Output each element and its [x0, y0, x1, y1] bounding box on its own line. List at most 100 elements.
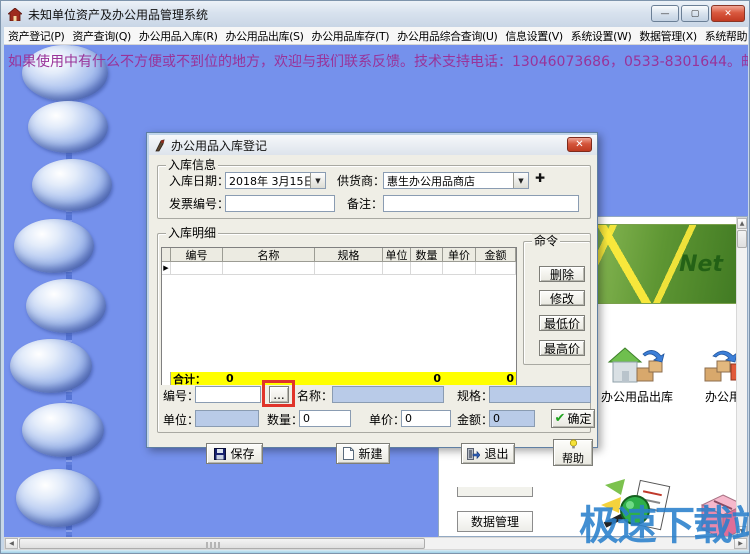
- sphere-decoration: [22, 403, 104, 457]
- row-marker-icon: ▶: [162, 262, 171, 275]
- supplier-combo[interactable]: 惠生办公用品商店 ▼: [383, 172, 529, 189]
- menu-item-supplies-outbound[interactable]: 办公用品出库(S): [222, 28, 308, 44]
- unit-field: [195, 410, 259, 427]
- unit-label: 单位：: [163, 413, 200, 427]
- col-header-code: 编号: [171, 248, 223, 262]
- close-icon: ✕: [724, 8, 732, 19]
- table-row[interactable]: ▶: [162, 262, 516, 275]
- cell-qty: [411, 262, 443, 275]
- vertical-scroll-thumb[interactable]: [737, 230, 747, 248]
- menu-item-supplies-inbound[interactable]: 办公用品入库(R): [135, 28, 222, 44]
- dialog-close-icon: ✕: [575, 139, 584, 150]
- horizontal-scroll-thumb[interactable]: [19, 538, 425, 549]
- chevron-down-icon[interactable]: ▼: [513, 173, 528, 188]
- save-button-label: 保存: [230, 447, 255, 461]
- exit-button[interactable]: 退出: [461, 443, 515, 464]
- dialog-icon: [155, 138, 165, 151]
- sphere-decoration: [10, 339, 92, 393]
- inbound-info-group-label: 入库信息: [166, 158, 219, 172]
- help-button-label: 帮助: [562, 452, 584, 465]
- maximize-button[interactable]: ▢: [681, 5, 709, 22]
- dialog-close-button[interactable]: ✕: [567, 137, 592, 152]
- panel-vertical-scrollbar[interactable]: ▲ ▼: [736, 217, 747, 536]
- inbound-registration-dialog: 办公用品入库登记 ✕ 入库信息 入库日期： 2018年 3月15日 ▼ 供货商：…: [146, 132, 598, 466]
- detail-table[interactable]: 编号 名称 规格 单位 数量 单价 金额 ▶ 合计： 0 0 0: [161, 247, 517, 386]
- menu-item-supplies-stock[interactable]: 办公用品库存(T): [307, 28, 393, 44]
- application-window: 未知单位资产及办公用品管理系统 — ▢ ✕ 资产登记(P) 资产查询(Q) 办公…: [0, 0, 750, 554]
- table-header-row: 编号 名称 规格 单位 数量 单价 金额: [162, 248, 516, 262]
- menu-item-supplies-query[interactable]: 办公用品综合查询(U): [393, 28, 501, 44]
- maximize-icon: ▢: [690, 8, 700, 19]
- date-label: 入库日期：: [169, 174, 230, 188]
- scroll-up-button[interactable]: ▲: [737, 218, 747, 229]
- note-label: 备注：: [347, 197, 384, 211]
- total-spacer: [443, 372, 476, 385]
- inbound-date-combo[interactable]: 2018年 3月15日 ▼: [225, 172, 326, 189]
- col-header-unit: 单位: [383, 248, 411, 262]
- confirm-button-label: 确定: [567, 412, 592, 426]
- modify-button[interactable]: 修改: [539, 290, 585, 306]
- amount-label: 金额：: [457, 413, 494, 427]
- amount-field: [489, 410, 535, 427]
- sphere-decoration: [26, 279, 106, 333]
- add-supplier-button[interactable]: ✚: [535, 171, 545, 185]
- partial-nav-button[interactable]: [457, 487, 533, 497]
- check-icon: ✔: [554, 411, 566, 426]
- qty-label: 数量：: [267, 413, 304, 427]
- menu-item-asset-query[interactable]: 资产查询(Q): [68, 28, 134, 44]
- window-titlebar: 未知单位资产及办公用品管理系统 — ▢ ✕: [1, 1, 749, 27]
- cell-code: [171, 262, 223, 275]
- scroll-left-button[interactable]: ◀: [5, 538, 18, 549]
- price-label: 单价：: [369, 413, 406, 427]
- supplies-outbound-shortcut-icon[interactable]: [607, 344, 667, 388]
- annotation-highlight: [262, 380, 295, 407]
- dialog-client-area: 入库信息 入库日期： 2018年 3月15日 ▼ 供货商： 惠生办公用品商店 ▼…: [149, 155, 597, 466]
- exit-door-icon: [467, 447, 481, 460]
- spec-label: 规格：: [457, 389, 494, 403]
- sphere-decoration: [16, 469, 100, 527]
- minimize-button[interactable]: —: [651, 5, 679, 22]
- app-house-icon: [8, 7, 22, 21]
- total-qty-value: 0: [433, 372, 441, 385]
- exit-button-label: 退出: [484, 447, 509, 461]
- invoice-input[interactable]: [225, 195, 335, 212]
- menu-item-info-settings[interactable]: 信息设置(V): [501, 28, 566, 44]
- download-site-watermark: 极速下载站: [579, 503, 750, 549]
- menu-item-system-settings[interactable]: 系统设置(W): [567, 28, 636, 44]
- sphere-decoration: [32, 159, 112, 211]
- col-header-name: 名称: [223, 248, 315, 262]
- close-button[interactable]: ✕: [711, 5, 745, 22]
- invoice-label: 发票编号：: [169, 197, 230, 211]
- supplier-label: 供货商：: [337, 174, 386, 188]
- code-label: 编号：: [163, 389, 200, 403]
- row-selector-header: [162, 248, 171, 262]
- note-input[interactable]: [383, 195, 579, 212]
- lowest-price-button[interactable]: 最低价: [539, 315, 585, 331]
- help-button[interactable]: 帮助: [553, 439, 593, 466]
- cell-name: [223, 262, 315, 275]
- code-input[interactable]: [195, 386, 261, 403]
- cell-price: [443, 262, 476, 275]
- save-button[interactable]: 保存: [206, 443, 263, 464]
- highest-price-button[interactable]: 最高价: [539, 340, 585, 356]
- price-input[interactable]: [401, 410, 451, 427]
- sphere-decoration: [14, 219, 94, 273]
- supplies-outbound-shortcut-label[interactable]: 办公用品出库: [595, 388, 679, 405]
- save-icon: [214, 447, 227, 460]
- qty-input[interactable]: [299, 410, 351, 427]
- col-header-price: 单价: [443, 248, 476, 262]
- chevron-down-icon[interactable]: ▼: [310, 173, 325, 188]
- new-button[interactable]: 新建: [336, 443, 390, 464]
- menu-item-asset-register[interactable]: 资产登记(P): [4, 28, 68, 44]
- dialog-title: 办公用品入库登记: [171, 138, 268, 153]
- nav-button-label: 数据管理: [470, 515, 519, 529]
- delete-button[interactable]: 删除: [539, 266, 585, 282]
- menu-item-system-help[interactable]: 系统帮助(Y): [701, 28, 748, 44]
- total-spacer: [383, 372, 411, 385]
- menu-item-data-management[interactable]: 数据管理(X): [635, 28, 700, 44]
- inbound-date-value: 2018年 3月15日: [229, 174, 310, 188]
- total-row: 合计： 0 0 0: [162, 372, 516, 386]
- nav-button-data-management[interactable]: 数据管理: [457, 511, 533, 532]
- confirm-button[interactable]: ✔ 确定: [551, 409, 595, 428]
- total-selector-cell: [162, 372, 171, 385]
